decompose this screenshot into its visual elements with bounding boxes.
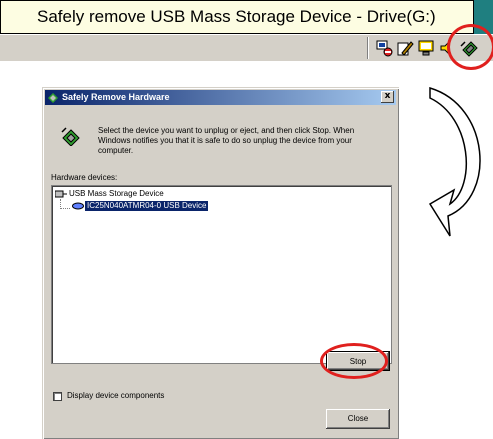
hardware-devices-list[interactable]: USB Mass Storage Device IC25N040ATMR04-0… xyxy=(51,185,392,364)
close-button[interactable]: Close xyxy=(326,409,390,429)
tree-item-label-selected: IC25N040ATMR04-0 USB Device xyxy=(85,201,209,211)
tray-tooltip: Safely remove USB Mass Storage Device - … xyxy=(0,0,474,34)
curved-arrow-icon xyxy=(428,86,481,237)
disk-drive-icon xyxy=(72,202,84,210)
safely-remove-hardware-icon xyxy=(61,127,80,146)
tree-item-label: USB Mass Storage Device xyxy=(69,189,164,198)
dialog-title: Safely Remove Hardware xyxy=(62,92,170,102)
tree-connector xyxy=(60,199,70,209)
taskbar xyxy=(0,34,493,61)
tray-icon-highlight-circle xyxy=(447,24,493,70)
instructions-text: Select the device you want to unplug or … xyxy=(98,126,355,155)
stop-button-highlight-circle xyxy=(320,343,388,379)
close-icon[interactable]: x xyxy=(381,91,394,103)
display-device-components-label: Display device components xyxy=(67,391,165,400)
dialog-titlebar[interactable]: Safely Remove Hardware x xyxy=(45,90,396,105)
pen-icon[interactable] xyxy=(396,39,414,57)
usb-device-icon xyxy=(55,190,67,198)
safely-remove-hardware-dialog: Safely Remove Hardware x Select the devi… xyxy=(42,87,399,439)
hardware-devices-label: Hardware devices: xyxy=(51,173,118,182)
monitor-icon[interactable] xyxy=(418,39,436,57)
safely-remove-hardware-icon xyxy=(48,93,58,103)
display-device-components-checkbox[interactable] xyxy=(53,392,62,401)
network-icon[interactable] xyxy=(376,39,394,57)
